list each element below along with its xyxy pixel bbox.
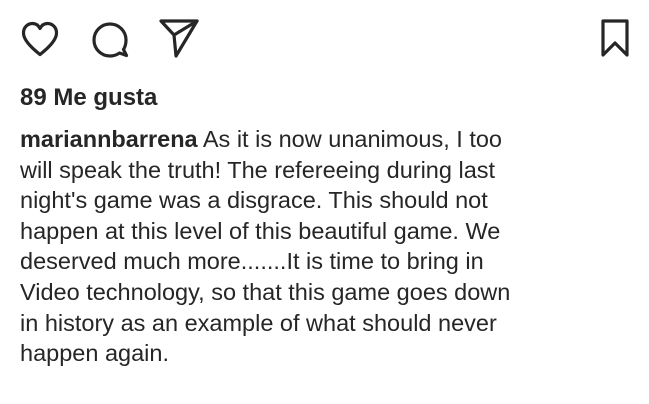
caption-text: As it is now unanimous, I too (197, 126, 502, 152)
caption-line: Video technology, so that this game goes… (20, 278, 511, 305)
post-caption: mariannbarrena As it is now unanimous, I… (20, 124, 640, 369)
caption-line: will speak the truth! The refereeing dur… (20, 156, 496, 183)
post-action-bar (0, 0, 649, 80)
likes-count[interactable]: 89 Me gusta (20, 83, 157, 113)
comment-icon[interactable] (90, 20, 130, 60)
caption-line: night's game was a disgrace. This should… (20, 187, 488, 214)
caption-first-line: mariannbarrena As it is now unanimous, I… (20, 124, 640, 155)
bookmark-icon[interactable] (600, 18, 630, 58)
caption-line: deserved much more.......It is time to b… (20, 248, 484, 275)
heart-icon[interactable] (20, 20, 60, 58)
caption-username[interactable]: mariannbarrena (20, 126, 198, 152)
caption-line: happen at this level of this beautiful g… (20, 217, 501, 244)
caption-line: in history as an example of what should … (20, 309, 497, 336)
caption-line: happen again. (20, 340, 169, 367)
share-icon[interactable] (158, 16, 200, 60)
